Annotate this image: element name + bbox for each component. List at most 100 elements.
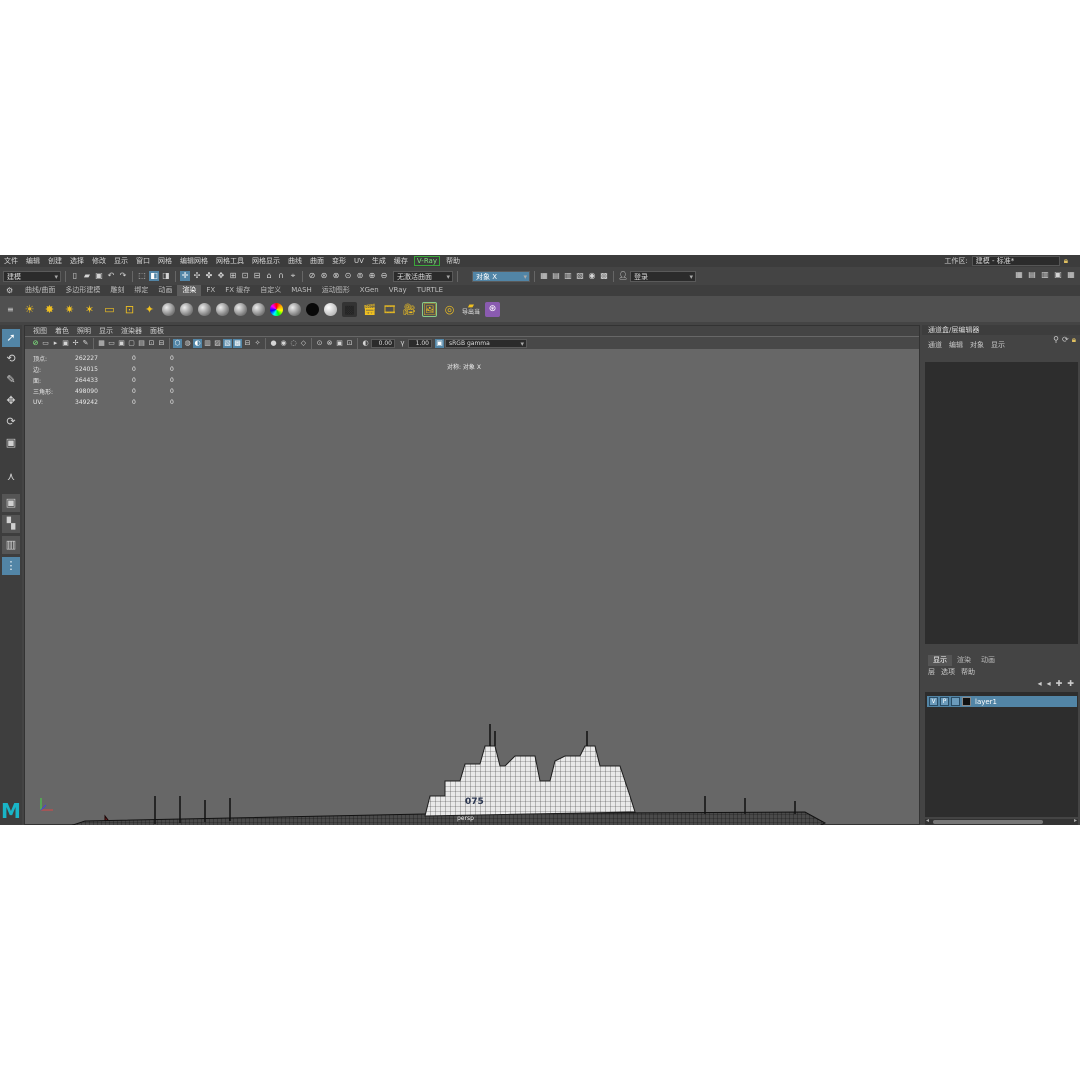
shelf-menu-icon[interactable]: ≡ [7, 305, 14, 314]
material-sphere-icon[interactable] [216, 302, 229, 316]
volume-light-icon[interactable]: ⊡ [122, 302, 137, 317]
tab-motion-graphics[interactable]: 运动图形 [317, 285, 355, 296]
batch-render-icon[interactable]: 🖼︎ [422, 301, 437, 317]
point-light-icon[interactable]: ☀︎ [22, 302, 37, 317]
cb-menu-show[interactable]: 显示 [991, 339, 1005, 351]
live-surface-field[interactable]: 无激活曲面 [393, 270, 453, 282]
select-component-icon[interactable]: ◨ [161, 271, 171, 281]
render-view-icon[interactable]: ⊕ [367, 271, 377, 281]
ipr-icon[interactable]: ▥ [563, 271, 573, 281]
rotate-tool-icon[interactable]: ⟳ [2, 413, 20, 431]
viewport-panel[interactable]: 视图 着色 照明 显示 渲染器 面板 ⊘ ▭ ▸ ▣ ✢ ✎ ▦ ▭ ▣ ▢ ▤… [24, 325, 920, 825]
tab-sculpting[interactable]: 雕刻 [105, 285, 129, 296]
construction-history-icon[interactable]: ⊘ [307, 271, 317, 281]
render-settings-icon[interactable]: 🎥︎ [402, 302, 417, 317]
layer-display-type-toggle[interactable] [951, 697, 960, 706]
redo-icon[interactable]: ↷ [118, 271, 128, 281]
new-layer-icon[interactable]: ✚ [1056, 679, 1063, 688]
material-sphere-icon[interactable] [198, 302, 211, 316]
ship-model[interactable]: 075 075 [25, 326, 921, 825]
render-seq-icon[interactable]: ▤ [551, 271, 561, 281]
cb-menu-object[interactable]: 对象 [970, 339, 984, 351]
material-sphere-icon[interactable] [162, 302, 175, 316]
open-scene-icon[interactable]: ▰ [82, 271, 92, 281]
snap-curve-icon[interactable]: ✣ [192, 271, 202, 281]
four-view-icon[interactable]: ▚ [2, 515, 20, 533]
shelf-gear-icon[interactable]: ⚙︎ [6, 286, 13, 295]
menu-mesh[interactable]: 网格 [154, 256, 176, 266]
modeling-toolkit-icon[interactable]: ▦ [1014, 270, 1024, 280]
striped-material-icon[interactable] [252, 302, 265, 316]
menu-curves[interactable]: 曲线 [284, 256, 306, 266]
directional-light-icon[interactable]: ✷ [62, 302, 77, 317]
layer-visibility-toggle[interactable]: V [929, 697, 938, 706]
layer-menu-help[interactable]: 帮助 [961, 667, 975, 677]
layer-playback-toggle[interactable]: P [940, 697, 949, 706]
snap-together-icon[interactable]: ⊟ [252, 271, 262, 281]
attribute-editor-icon[interactable]: ▤ [1027, 270, 1037, 280]
login-dropdown[interactable]: 登录 [630, 270, 696, 282]
pin-icon[interactable]: ⚲ [1053, 335, 1059, 345]
tab-custom[interactable]: 自定义 [255, 285, 286, 296]
user-icon[interactable]: 👤︎ [618, 271, 628, 281]
menu-modify[interactable]: 修改 [88, 256, 110, 266]
vray-frame-icon[interactable]: ⊛ [485, 301, 501, 317]
select-tool-icon[interactable]: ➚ [2, 329, 20, 347]
lock-icon[interactable]: 🔒︎ [1064, 256, 1068, 266]
tab-poly-modeling[interactable]: 多边形建模 [60, 285, 105, 296]
white-material-icon[interactable] [324, 302, 337, 316]
tab-render-layers[interactable]: 渲染 [952, 655, 976, 666]
menu-generate[interactable]: 生成 [368, 256, 390, 266]
menu-edit[interactable]: 编辑 [22, 256, 44, 266]
menu-mesh-display[interactable]: 网格显示 [248, 256, 284, 266]
channel-box-icon[interactable]: ▣ [1053, 270, 1063, 280]
scroll-right-icon[interactable]: ▸ [1074, 817, 1077, 824]
material-sphere-icon[interactable] [288, 302, 301, 316]
scroll-left-icon[interactable]: ◂ [926, 817, 929, 824]
move-layer-up-icon[interactable]: ◂ [1038, 679, 1042, 688]
menu-cache[interactable]: 缓存 [390, 256, 412, 266]
menu-surfaces[interactable]: 曲面 [306, 256, 328, 266]
tab-display-layers[interactable]: 显示 [928, 655, 952, 666]
channel-box-area[interactable] [925, 362, 1078, 644]
light-editor-icon[interactable]: ✦ [142, 302, 157, 317]
tab-curves-surfaces[interactable]: 曲线/曲面 [20, 285, 60, 296]
menu-deform[interactable]: 变形 [328, 256, 350, 266]
pivot-icon[interactable]: ⌖ [288, 271, 298, 281]
symmetry-dropdown[interactable]: 对象 X [472, 270, 530, 282]
menu-edit-mesh[interactable]: 编辑网格 [176, 256, 212, 266]
menu-windows[interactable]: 窗口 [132, 256, 154, 266]
snap-view-icon[interactable]: ✥ [216, 271, 226, 281]
history-toggle-icon[interactable]: ⊙ [343, 271, 353, 281]
tab-fx-caching[interactable]: FX 缓存 [220, 285, 255, 296]
layer-menu-options[interactable]: 选项 [941, 667, 955, 677]
lasso-tool-icon[interactable]: ⟲ [2, 350, 20, 368]
new-scene-icon[interactable]: ▯ [70, 271, 80, 281]
scale-tool-icon[interactable]: ▣ [2, 434, 20, 452]
undo-icon[interactable]: ↶ [106, 271, 116, 281]
render-settings-icon[interactable]: ▧ [575, 271, 585, 281]
select-object-icon[interactable]: ◧ [149, 271, 159, 281]
layer-name[interactable]: layer1 [975, 698, 997, 706]
outliner-layout-icon[interactable]: ⋮ [2, 557, 20, 575]
soft-mod-icon[interactable]: ⋏ [2, 468, 20, 486]
menu-uv[interactable]: UV [350, 257, 368, 265]
layer-row[interactable]: V P layer1 [927, 696, 1077, 707]
tab-xgen[interactable]: XGen [355, 285, 384, 296]
scroll-thumb[interactable] [933, 820, 1043, 824]
hypershade-icon[interactable]: ◉ [587, 271, 597, 281]
layer-color-swatch[interactable] [962, 697, 971, 706]
cb-menu-edit[interactable]: 编辑 [949, 339, 963, 351]
menu-vray[interactable]: V-Ray [413, 256, 440, 266]
paint-select-icon[interactable]: ✎ [2, 371, 20, 389]
snap-live-icon[interactable]: ⊡ [240, 271, 250, 281]
render-frame-icon[interactable]: ▦ [539, 271, 549, 281]
workspace-dropdown[interactable]: 建模 - 标准* [971, 256, 1060, 266]
material-sphere-icon[interactable] [234, 302, 247, 316]
spot-light-icon[interactable]: ✶ [82, 302, 97, 317]
new-layer-selected-icon[interactable]: ✚ [1067, 679, 1074, 688]
tab-fx[interactable]: FX [201, 285, 220, 296]
export-button[interactable]: ▰ 导出当 [462, 302, 480, 317]
move-tool-icon[interactable]: ✥ [2, 392, 20, 410]
area-light-icon[interactable]: ▭ [102, 302, 117, 317]
